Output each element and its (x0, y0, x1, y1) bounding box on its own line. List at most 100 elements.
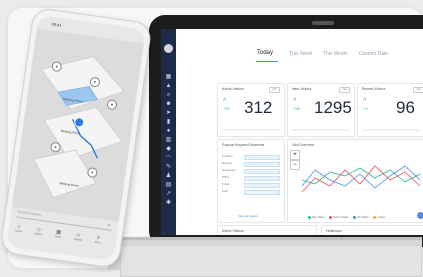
series-new-line (301, 167, 421, 185)
tab-this-month[interactable]: This Month (323, 51, 348, 57)
tab-custom-date[interactable]: Custom Date (359, 51, 388, 57)
stat-label: Recent Visitors (362, 87, 386, 91)
keyword-label: Office (222, 175, 230, 179)
panel-title: Active Visitors (222, 229, 244, 233)
legend-label: New Visitor (312, 216, 325, 219)
chart-action-button[interactable] (417, 212, 423, 219)
legend-swatch (329, 215, 333, 219)
stat-label: Active Visitors (222, 87, 244, 91)
pin-icon[interactable]: ● (165, 128, 172, 134)
layers-icon[interactable]: ◆ (165, 146, 172, 152)
nav-label: Home (14, 229, 22, 234)
tablet-device: ▦ ▲ ⌕ ☻ ➤ ▮ ● ▥ ◆ ◠ ✎ ♟ ▤ ↗ ✱ Today This… (149, 15, 423, 247)
search-icon[interactable]: ⌕ (165, 92, 172, 98)
keyboard-area (120, 245, 422, 277)
series-return-line (301, 165, 421, 193)
building-icon[interactable]: ▥ (165, 137, 172, 143)
panel-title: Heatmaps (326, 229, 342, 233)
keyword-label: Location (222, 154, 233, 158)
stat-value: 96 (396, 98, 415, 117)
navigate-icon[interactable]: ➤ (165, 110, 172, 116)
nav-more[interactable]: ≡ More (92, 234, 105, 245)
keyword-row[interactable]: Meeting (222, 161, 280, 167)
stat-card-active[interactable]: Active Visitors info ^ +32 312 (217, 83, 285, 137)
stat-label: New Visitors (292, 87, 312, 91)
zoom-in-button[interactable]: + (290, 150, 300, 160)
tab-this-week[interactable]: This Week (289, 51, 313, 57)
wifi-icon[interactable]: ◠ (165, 155, 172, 161)
keyword-label: Meeting (222, 161, 232, 165)
keyword-bar (244, 190, 280, 195)
info-pill[interactable]: info (269, 87, 280, 93)
panel-title: Visit Overview (292, 143, 315, 147)
status-time: 09:41 (51, 21, 62, 28)
keyword-row[interactable]: Cafe (222, 189, 280, 195)
stat-card-recent[interactable]: Recent Visitors info ^ +3 96 (357, 83, 423, 137)
nav-book[interactable]: ▦ Book (52, 229, 65, 240)
close-icon[interactable]: × (108, 222, 111, 227)
heatmaps-panel: Heatmaps (321, 225, 423, 235)
chart-legend: New Visitor Return Visitor All Visitors … (304, 215, 386, 219)
nav-label: More (94, 240, 101, 245)
indoor-map[interactable]: ● ● ● ● ● Meeting Room Meeting Room Meet… (11, 28, 144, 222)
settings-icon[interactable]: ✱ (165, 200, 172, 206)
stat-change: +58 (293, 106, 300, 111)
dashboard-icon[interactable]: ▦ (165, 74, 172, 80)
search-placeholder: Search location (16, 209, 42, 217)
nav-label: Explore (33, 232, 43, 237)
legend-swatch (353, 215, 357, 219)
keyword-row[interactable]: Restaurant (222, 168, 280, 174)
bookmark-icon[interactable]: ▮ (165, 119, 172, 125)
view-all-link[interactable]: View all results (238, 214, 258, 218)
keyword-row[interactable]: Toilets (222, 182, 280, 188)
info-pill[interactable]: info (413, 87, 423, 93)
nav-people[interactable]: ☺ People (72, 231, 85, 242)
series-all-line (301, 165, 421, 189)
laptop-base (108, 237, 422, 277)
legend-swatch (373, 215, 377, 219)
keyword-label: Restaurant (222, 168, 236, 172)
calendar-icon[interactable]: ▤ (165, 182, 172, 188)
nav-explore[interactable]: ◇ Explore (32, 226, 45, 237)
zoom-out-button[interactable]: − (290, 160, 300, 170)
keyword-bar (244, 176, 280, 181)
keyword-label: Toilets (222, 182, 230, 186)
edit-icon[interactable]: ✎ (165, 164, 172, 170)
nav-label: People (73, 237, 82, 242)
stat-subtext (362, 129, 420, 131)
nav-home[interactable]: ⌂ Home (12, 223, 25, 234)
legend-label: Return Visitor (333, 216, 349, 219)
stat-value: 312 (244, 98, 273, 117)
keyword-bar (244, 183, 280, 188)
stat-card-new[interactable]: New Visitors info ^ +58 1295 (287, 83, 355, 137)
keyword-searches-panel: Popular Keyword Searches Location Meetin… (217, 139, 285, 223)
analytics-icon[interactable]: ▲ (165, 83, 172, 89)
sidebar: ▦ ▲ ⌕ ☻ ➤ ▮ ● ▥ ◆ ◠ ✎ ♟ ▤ ↗ ✱ (161, 29, 176, 235)
stat-change: +32 (223, 106, 230, 111)
users-icon[interactable]: ☻ (165, 101, 172, 107)
active-visitors-panel: Active Visitors (217, 225, 317, 235)
legend-label: All Visitors (357, 216, 369, 219)
nav-label: Book (55, 235, 62, 239)
info-pill[interactable]: info (339, 87, 350, 93)
keyword-bar (244, 169, 280, 174)
trend-up-icon: ^ (223, 98, 227, 105)
keyword-bar (244, 155, 280, 160)
keyword-row[interactable]: Location (222, 154, 280, 160)
legend-label: Unique (377, 216, 386, 219)
share-icon[interactable]: ↗ (165, 191, 172, 197)
stat-subtext (222, 129, 280, 131)
keyword-bar (244, 162, 280, 167)
keyword-label: Cafe (222, 189, 228, 193)
tablet-notch (312, 21, 334, 25)
stat-subtext (292, 129, 350, 131)
visit-overview-panel: Visit Overview + − New Visitor Return Vi… (287, 139, 423, 223)
keyword-row[interactable]: Office (222, 175, 280, 181)
active-tab-underline (256, 61, 278, 62)
trend-up-icon: ^ (363, 98, 367, 105)
stat-value: 1295 (314, 98, 352, 117)
person-icon[interactable]: ♟ (165, 173, 172, 179)
logo-icon (164, 44, 173, 53)
tab-today[interactable]: Today (257, 50, 273, 56)
panel-title: Popular Keyword Searches (222, 143, 265, 147)
